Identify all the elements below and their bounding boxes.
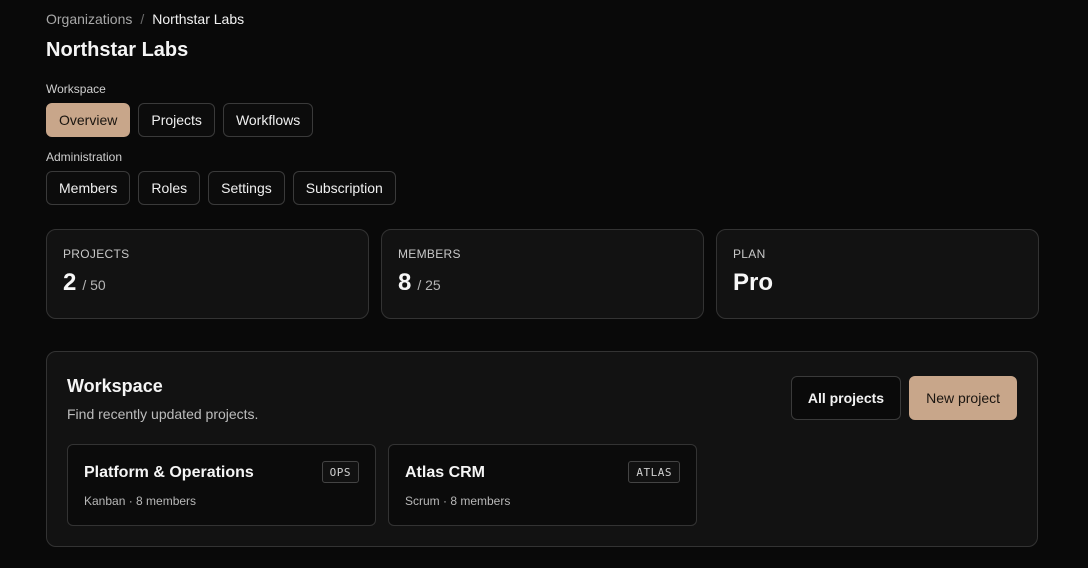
stat-card-members: MEMBERS 8 / 25 [381, 229, 704, 319]
project-card[interactable]: Atlas CRM ATLAS Scrum · 8 members [388, 444, 697, 526]
stat-label: MEMBERS [398, 247, 461, 261]
breadcrumb-current: Northstar Labs [152, 11, 245, 27]
project-tag-badge: ATLAS [628, 461, 680, 483]
stats-row: PROJECTS 2 / 50 MEMBERS 8 / 25 PLAN Pro [46, 229, 1039, 319]
workspace-panel: Workspace Find recently updated projects… [46, 351, 1038, 547]
stat-limit: / 50 [82, 277, 106, 293]
stat-value-group: 2 / 50 [63, 269, 352, 297]
project-meta: Scrum · 8 members [405, 494, 511, 508]
project-name: Platform & Operations [84, 464, 254, 481]
org-overview-page: Organizations / Northstar Labs Northstar… [0, 0, 1088, 568]
project-card-list: Platform & Operations OPS Kanban · 8 mem… [67, 444, 697, 526]
stat-label: PROJECTS [63, 247, 130, 261]
tab-projects[interactable]: Projects [138, 103, 215, 137]
stat-value: 2 [63, 269, 77, 296]
stat-card-projects: PROJECTS 2 / 50 [46, 229, 369, 319]
tab-settings[interactable]: Settings [208, 171, 285, 205]
breadcrumb: Organizations / Northstar Labs [46, 11, 244, 27]
workspace-panel-title: Workspace [67, 376, 163, 396]
tab-workflows[interactable]: Workflows [222, 103, 314, 137]
tab-members[interactable]: Members [46, 171, 131, 205]
tab-roles[interactable]: Roles [138, 171, 201, 205]
all-projects-button[interactable]: All projects [790, 376, 902, 420]
admin-nav: Members Roles Settings Subscription [46, 171, 396, 205]
breadcrumb-organizations-link[interactable]: Organizations [46, 11, 132, 27]
project-card[interactable]: Platform & Operations OPS Kanban · 8 mem… [67, 444, 376, 526]
workspace-nav-label: Workspace [46, 82, 106, 96]
breadcrumb-separator: / [140, 11, 145, 27]
new-project-button[interactable]: New project [909, 376, 1017, 420]
stat-limit: / 25 [417, 277, 441, 293]
workspace-panel-subtitle: Find recently updated projects. [67, 406, 259, 422]
project-meta: Kanban · 8 members [84, 494, 197, 508]
stat-card-plan: PLAN Pro [716, 229, 1039, 319]
admin-nav-label: Administration [46, 150, 123, 164]
stat-value: Pro [733, 269, 774, 296]
tab-overview[interactable]: Overview [46, 103, 131, 137]
workspace-nav: Overview Projects Workflows [46, 103, 314, 137]
stat-value-group: Pro [733, 269, 1022, 297]
stat-value-group: 8 / 25 [398, 269, 687, 297]
page-title: Northstar Labs [46, 39, 189, 61]
project-name: Atlas CRM [405, 464, 486, 481]
project-tag-badge: OPS [321, 461, 359, 483]
stat-label: PLAN [733, 247, 766, 261]
tab-subscription[interactable]: Subscription [292, 171, 396, 205]
stat-value: 8 [398, 269, 412, 296]
workspace-panel-actions: All projects New project [790, 376, 1017, 420]
